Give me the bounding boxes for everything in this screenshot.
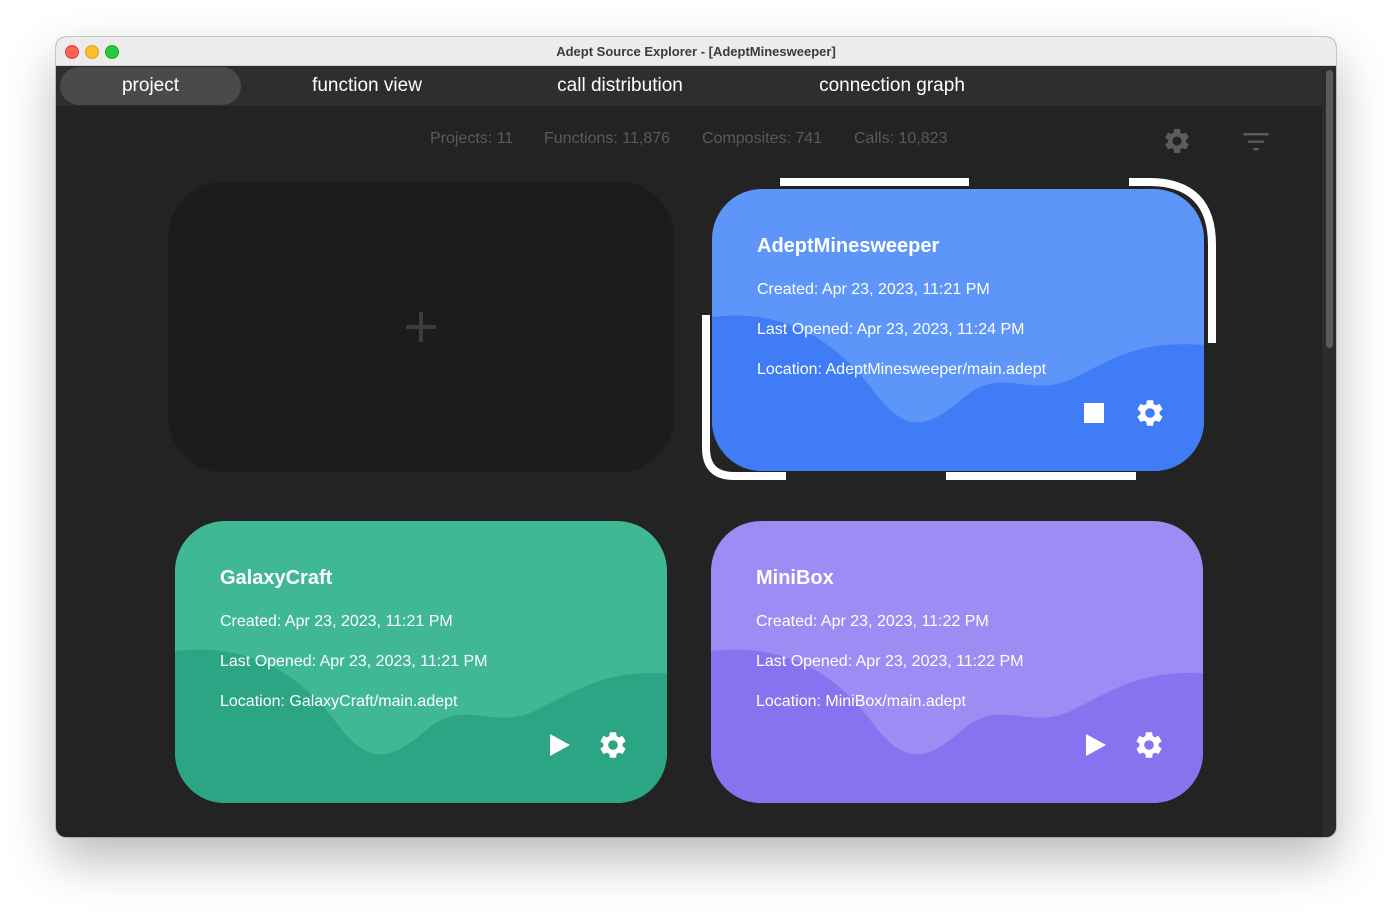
tab-connection-graph[interactable]: connection graph: [796, 67, 988, 105]
project-last-opened: Last Opened: Apr 23, 2023, 11:21 PM: [220, 653, 488, 670]
project-card-galaxycraft[interactable]: GalaxyCraft Created: Apr 23, 2023, 11:21…: [175, 521, 667, 803]
project-created: Created: Apr 23, 2023, 11:21 PM: [220, 613, 453, 630]
tab-function-view[interactable]: function view: [277, 67, 457, 105]
stat-calls: Calls: 10,823: [854, 130, 948, 147]
tab-call-distribution[interactable]: call distribution: [520, 67, 720, 105]
vertical-scrollbar[interactable]: [1322, 66, 1336, 837]
plus-icon: [406, 312, 436, 342]
project-name: MiniBox: [756, 567, 834, 589]
project-card-adeptminesweeper[interactable]: AdeptMinesweeper Created: Apr 23, 2023, …: [712, 189, 1204, 471]
gear-icon[interactable]: [1162, 126, 1192, 156]
stats-bar: Projects: 11 Functions: 11,876 Composite…: [56, 130, 1322, 150]
project-name: GalaxyCraft: [220, 567, 333, 589]
project-created: Created: Apr 23, 2023, 11:22 PM: [756, 613, 989, 630]
play-icon[interactable]: [549, 733, 571, 757]
gear-icon[interactable]: [1133, 729, 1165, 761]
play-icon[interactable]: [1085, 733, 1107, 757]
stat-projects: Projects: 11: [430, 130, 514, 147]
title-bar: Adept Source Explorer - [AdeptMinesweepe…: [56, 37, 1336, 66]
app-window: Adept Source Explorer - [AdeptMinesweepe…: [56, 37, 1336, 837]
scrollbar-thumb[interactable]: [1326, 70, 1333, 348]
new-project-card[interactable]: [168, 182, 674, 472]
project-location: Location: AdeptMinesweeper/main.adept: [757, 361, 1047, 378]
project-created: Created: Apr 23, 2023, 11:21 PM: [757, 281, 990, 298]
tab-project[interactable]: project: [60, 67, 241, 105]
project-last-opened: Last Opened: Apr 23, 2023, 11:22 PM: [756, 653, 1024, 670]
project-name: AdeptMinesweeper: [757, 235, 940, 257]
stat-functions: Functions: 11,876: [544, 130, 671, 147]
gear-icon[interactable]: [1134, 397, 1166, 429]
tab-bar: project function view call distribution …: [56, 66, 1322, 106]
project-card-minibox[interactable]: MiniBox Created: Apr 23, 2023, 11:22 PM …: [711, 521, 1203, 803]
stat-composites: Composites: 741: [702, 130, 823, 147]
project-location: Location: MiniBox/main.adept: [756, 693, 966, 710]
gear-icon[interactable]: [597, 729, 629, 761]
filter-icon[interactable]: [1242, 131, 1270, 153]
project-location: Location: GalaxyCraft/main.adept: [220, 693, 458, 710]
stop-icon[interactable]: [1084, 403, 1104, 423]
window-title: Adept Source Explorer - [AdeptMinesweepe…: [556, 44, 836, 59]
project-last-opened: Last Opened: Apr 23, 2023, 11:24 PM: [757, 321, 1025, 338]
